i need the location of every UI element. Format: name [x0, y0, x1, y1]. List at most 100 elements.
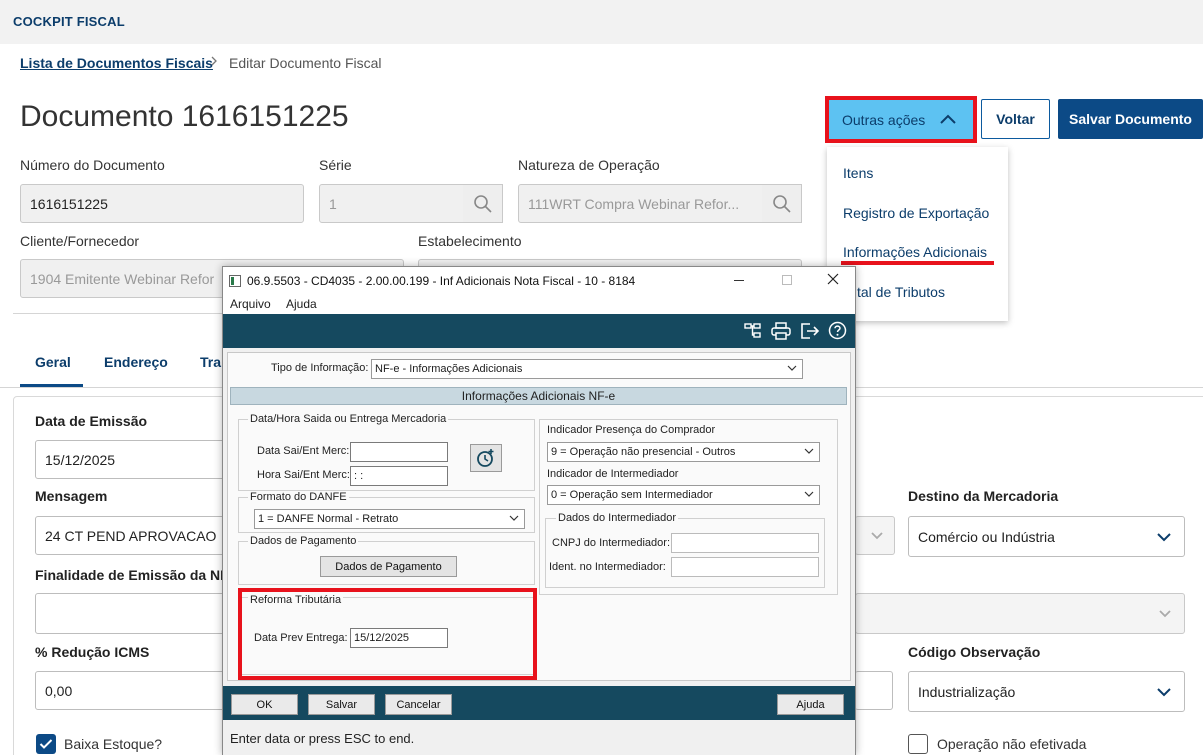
breadcrumb-current: Editar Documento Fiscal	[229, 55, 382, 71]
reducao-icms-label: % Redução ICMS	[35, 644, 150, 660]
page-title: Documento 1616151225	[20, 100, 349, 133]
chevron-down-icon	[871, 531, 883, 539]
operacao-nao-efetivada-checkbox[interactable]	[908, 734, 928, 754]
tab-transporte[interactable]: Tra	[200, 354, 221, 370]
menu-item-registro-exportacao[interactable]: Registro de Exportação	[843, 205, 989, 221]
mensagem-field[interactable]: 24 CT PEND APROVACAO	[35, 516, 235, 555]
chevron-down-icon	[1157, 533, 1171, 542]
tipo-info-label: Tipo de Informação:	[271, 362, 369, 374]
voltar-button[interactable]: Voltar	[981, 99, 1050, 139]
ident-intermediador-label: Ident. no Intermediador:	[549, 561, 666, 573]
mensagem-label: Mensagem	[35, 488, 108, 504]
datetime-now-button[interactable]	[470, 444, 502, 472]
chevron-down-icon	[804, 491, 814, 497]
destino-value: Comércio ou Indústria	[918, 528, 1055, 545]
presenca-select[interactable]: 9 = Operação não presencial - Outros	[547, 442, 820, 462]
finalidade-field[interactable]	[35, 593, 235, 634]
chevron-down-icon	[1159, 610, 1171, 618]
numero-label: Número do Documento	[20, 157, 165, 173]
menu-item-total-tributos[interactable]: tal de Tributos	[857, 284, 945, 300]
printer-icon[interactable]	[771, 322, 791, 340]
dados-pagamento-title: Dados de Pagamento	[248, 535, 359, 547]
datahora-group-title: Data/Hora Saida ou Entrega Mercadoria	[248, 413, 449, 425]
destino-select[interactable]: Comércio ou Indústria	[908, 516, 1185, 557]
codigo-obs-select[interactable]: Industrialização	[908, 671, 1185, 712]
data-sai-label: Data Sai/Ent Merc:	[257, 445, 350, 457]
close-icon[interactable]	[827, 273, 839, 288]
data-emissao-field[interactable]: 15/12/2025	[35, 440, 235, 479]
hidden-field-edge[interactable]	[855, 671, 893, 710]
hora-sai-input[interactable]: : :	[350, 466, 448, 486]
baixa-estoque-checkbox[interactable]	[36, 734, 56, 754]
hora-sai-label: Hora Sai/Ent Merc:	[257, 469, 350, 481]
tab-geral[interactable]: Geral	[35, 354, 71, 370]
dialog-toolbar	[223, 314, 855, 348]
breadcrumb-parent-link[interactable]: Lista de Documentos Fiscais	[20, 55, 213, 71]
salvar-documento-button[interactable]: Salvar Documento	[1058, 99, 1203, 139]
numero-field[interactable]: 1616151225	[20, 184, 304, 223]
menu-item-itens[interactable]: Itens	[843, 165, 873, 181]
cliente-label: Cliente/Fornecedor	[20, 233, 140, 249]
data-emissao-label: Data de Emissão	[35, 413, 148, 429]
tipo-info-select[interactable]: NF-e - Informações Adicionais	[371, 359, 803, 379]
finalidade-label: Finalidade de Emissão da NF-	[35, 567, 234, 583]
search-icon	[772, 194, 791, 213]
cnpj-intermediador-label: CNPJ do Intermediador:	[552, 537, 670, 549]
inf-adicionais-dialog: 06.9.5503 - CD4035 - 2.00.00.199 - Inf A…	[222, 266, 856, 755]
dialog-titlebar: 06.9.5503 - CD4035 - 2.00.00.199 - Inf A…	[223, 267, 855, 295]
ok-button[interactable]: OK	[231, 694, 298, 715]
dialog-footer: OK Salvar Cancelar Ajuda	[223, 686, 855, 720]
chevron-down-icon	[509, 515, 519, 521]
exit-icon[interactable]	[800, 322, 820, 340]
presenca-value: 9 = Operação não presencial - Outros	[551, 446, 736, 458]
breadcrumb-separator-icon	[209, 54, 219, 71]
search-icon	[473, 194, 492, 213]
clock-plus-icon	[477, 449, 494, 467]
reducao-icms-field[interactable]: 0,00	[35, 671, 235, 710]
hidden-select-mensagem-arrow[interactable]	[855, 516, 895, 555]
help-icon[interactable]	[828, 321, 847, 340]
dialog-menubar: Arquivo Ajuda	[223, 295, 855, 314]
chevron-down-icon	[787, 365, 797, 371]
serie-search-button[interactable]	[463, 184, 503, 223]
dialog-title: 06.9.5503 - CD4035 - 2.00.00.199 - Inf A…	[247, 274, 636, 288]
chevron-down-icon	[804, 448, 814, 454]
dados-pagamento-button[interactable]: Dados de Pagamento	[320, 556, 457, 577]
data-sai-input[interactable]	[350, 442, 448, 462]
natureza-label: Natureza de Operação	[518, 157, 660, 173]
formato-danfe-title: Formato do DANFE	[248, 491, 349, 503]
formato-danfe-select[interactable]: 1 = DANFE Normal - Retrato	[254, 509, 525, 529]
codigo-obs-value: Industrialização	[918, 683, 1016, 700]
presenca-label: Indicador Presença do Comprador	[547, 424, 716, 436]
natureza-search-button[interactable]	[762, 184, 802, 223]
ident-intermediador-input[interactable]	[671, 557, 819, 577]
reforma-highlight	[238, 588, 537, 680]
tree-icon[interactable]	[744, 322, 762, 340]
window-app-icon	[229, 275, 241, 287]
menu-ajuda[interactable]: Ajuda	[286, 297, 317, 311]
section-title: Informações Adicionais NF-e	[230, 387, 847, 405]
status-bar: Enter data or press ESC to end.	[223, 725, 855, 755]
menu-item-informacoes-adicionais[interactable]: Informações Adicionais	[843, 244, 987, 260]
natureza-field[interactable]: 111WRT Compra Webinar Refor...	[518, 184, 763, 223]
cancelar-button[interactable]: Cancelar	[385, 694, 452, 715]
menu-arquivo[interactable]: Arquivo	[230, 297, 271, 311]
serie-label: Série	[319, 157, 352, 173]
finalidade-right-select[interactable]	[855, 593, 1185, 634]
serie-field[interactable]: 1	[319, 184, 464, 223]
app-title: COCKPIT FISCAL	[13, 14, 125, 29]
intermediador-label: Indicador de Intermediador	[547, 468, 679, 480]
maximize-icon[interactable]	[782, 275, 792, 285]
formato-danfe-value: 1 = DANFE Normal - Retrato	[258, 513, 399, 525]
minimize-icon[interactable]	[734, 280, 744, 281]
estabelecimento-label: Estabelecimento	[418, 233, 522, 249]
intermediador-select[interactable]: 0 = Operação sem Intermediador	[547, 485, 820, 505]
salvar-button[interactable]: Salvar	[308, 694, 375, 715]
status-text: Enter data or press ESC to end.	[230, 731, 415, 746]
cnpj-intermediador-input[interactable]	[671, 533, 819, 553]
top-bar	[0, 0, 1203, 44]
chevron-down-icon	[1157, 688, 1171, 697]
tab-endereco[interactable]: Endereço	[104, 354, 168, 370]
destino-label: Destino da Mercadoria	[908, 488, 1059, 504]
ajuda-button[interactable]: Ajuda	[777, 694, 844, 715]
